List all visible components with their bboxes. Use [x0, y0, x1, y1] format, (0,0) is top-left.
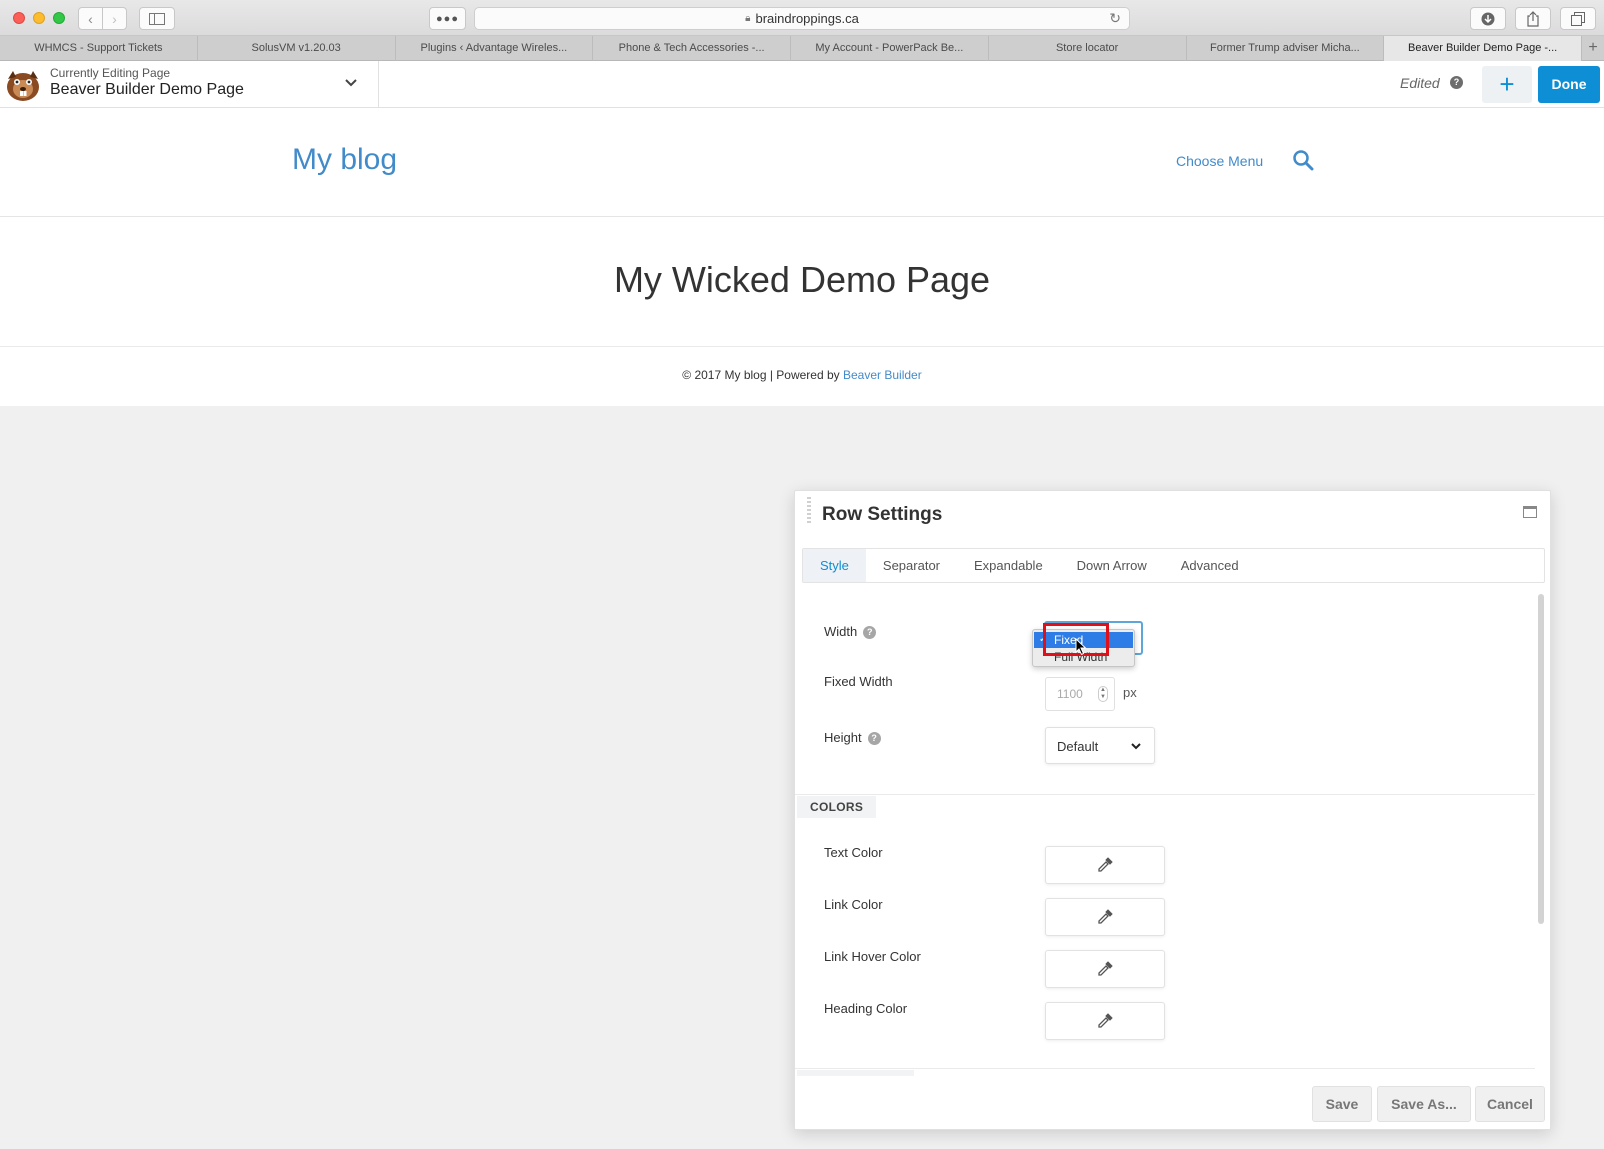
- browser-toolbar: ‹ › ●●● 🔒︎ braindroppings.ca ↻: [0, 0, 1604, 36]
- chevron-left-icon: ‹: [88, 10, 93, 27]
- panel-footer: Save Save As... Cancel: [795, 1076, 1550, 1129]
- cursor-icon: [1075, 638, 1087, 656]
- browser-tab-active[interactable]: Beaver Builder Demo Page -...: [1384, 36, 1582, 61]
- height-label: Height?: [824, 730, 881, 746]
- zoom-window-button[interactable]: [53, 12, 65, 24]
- chevron-down-icon[interactable]: [341, 72, 361, 92]
- browser-tab[interactable]: Store locator: [989, 36, 1187, 61]
- page-content: My Wicked Demo Page: [0, 217, 1604, 347]
- address-bar[interactable]: 🔒︎ braindroppings.ca ↻: [474, 7, 1130, 30]
- link-hover-color-label: Link Hover Color: [824, 949, 921, 964]
- height-value: Default: [1057, 739, 1099, 754]
- divider: [795, 794, 1535, 795]
- browser-tab[interactable]: Phone & Tech Accessories -...: [593, 36, 791, 61]
- ellipsis-icon: ●●●: [436, 12, 459, 25]
- browser-tab[interactable]: Plugins ‹ Advantage Wireles...: [396, 36, 594, 61]
- footer-link[interactable]: Beaver Builder: [843, 368, 922, 382]
- edited-status: Edited: [1400, 75, 1440, 91]
- share-icon: [1527, 10, 1539, 27]
- width-label: Width?: [824, 624, 877, 640]
- scrollbar[interactable]: [1538, 594, 1544, 924]
- downloads-button[interactable]: [1470, 7, 1506, 30]
- tab-overview-button[interactable]: [1560, 7, 1596, 30]
- browser-tab[interactable]: My Account - PowerPack Be...: [791, 36, 989, 61]
- beaver-logo-icon: [7, 71, 39, 101]
- height-select[interactable]: Default: [1045, 727, 1155, 764]
- link-hover-color-picker[interactable]: [1045, 950, 1165, 988]
- divider: [795, 1068, 1535, 1069]
- width-label-text: Width: [824, 624, 858, 639]
- tab-separator[interactable]: Separator: [866, 549, 957, 582]
- tab-expandable[interactable]: Expandable: [957, 549, 1060, 582]
- height-label-text: Height: [824, 730, 862, 745]
- help-icon[interactable]: ?: [1450, 76, 1463, 89]
- browser-tab[interactable]: Former Trump adviser Micha...: [1187, 36, 1385, 61]
- settings-tabs: Style Separator Expandable Down Arrow Ad…: [802, 548, 1545, 583]
- footer-copyright: © 2017 My blog | Powered by: [682, 368, 843, 382]
- share-button[interactable]: [1515, 7, 1551, 30]
- fixed-width-input[interactable]: 1100 ▲ ▼: [1045, 677, 1115, 711]
- close-window-button[interactable]: [13, 12, 25, 24]
- favorites-button[interactable]: ●●●: [429, 7, 466, 30]
- choose-menu-link[interactable]: Choose Menu: [1176, 153, 1263, 169]
- done-button[interactable]: Done: [1538, 66, 1600, 103]
- url-text: braindroppings.ca: [755, 11, 859, 26]
- link-color-picker[interactable]: [1045, 898, 1165, 936]
- browser-tab[interactable]: WHMCS - Support Tickets: [0, 36, 198, 61]
- tab-bar: WHMCS - Support Tickets SolusVM v1.20.03…: [0, 36, 1604, 61]
- save-as-button[interactable]: Save As...: [1377, 1086, 1471, 1122]
- eyedropper-icon: [1098, 857, 1113, 872]
- fixed-width-placeholder: 1100: [1057, 687, 1083, 701]
- minimize-window-button[interactable]: [33, 12, 45, 24]
- link-color-label: Link Color: [824, 897, 883, 912]
- forward-button[interactable]: ›: [102, 7, 127, 30]
- help-icon[interactable]: ?: [863, 626, 877, 640]
- panel-title: Row Settings: [822, 504, 943, 525]
- site-footer: © 2017 My blog | Powered by Beaver Build…: [0, 347, 1604, 406]
- drag-handle[interactable]: [807, 497, 811, 525]
- text-color-picker[interactable]: [1045, 846, 1165, 884]
- tab-advanced[interactable]: Advanced: [1164, 549, 1256, 582]
- row-settings-panel: Row Settings Style Separator Expandable …: [794, 490, 1551, 1130]
- search-icon[interactable]: [1292, 149, 1314, 171]
- chevron-down-icon: [1131, 743, 1141, 750]
- chevron-right-icon: ›: [112, 10, 117, 27]
- fixed-width-label: Fixed Width: [824, 674, 893, 689]
- help-icon[interactable]: ?: [867, 732, 881, 746]
- tab-style[interactable]: Style: [803, 549, 866, 582]
- builder-bar: Currently Editing Page Beaver Builder De…: [0, 61, 1604, 108]
- new-tab-button[interactable]: +: [1582, 36, 1604, 61]
- text-color-label: Text Color: [824, 845, 883, 860]
- maximize-icon[interactable]: [1523, 506, 1537, 518]
- heading-color-label: Heading Color: [824, 1001, 908, 1016]
- cancel-button[interactable]: Cancel: [1475, 1086, 1545, 1122]
- footer-text: © 2017 My blog | Powered by Beaver Build…: [0, 368, 1604, 382]
- sidebar-icon: [149, 12, 165, 25]
- save-button[interactable]: Save: [1312, 1086, 1372, 1122]
- colors-heading: COLORS: [797, 796, 877, 818]
- site-header: My blog Choose Menu: [0, 108, 1604, 217]
- unit-label: px: [1123, 685, 1137, 700]
- tab-down-arrow[interactable]: Down Arrow: [1060, 549, 1164, 582]
- sidebar-toggle-button[interactable]: [139, 7, 175, 30]
- lock-icon: 🔒︎: [745, 13, 751, 24]
- heading-color-picker[interactable]: [1045, 1002, 1165, 1040]
- page-title-selector[interactable]: Beaver Builder Demo Page: [50, 81, 244, 99]
- reload-icon[interactable]: ↻: [1109, 10, 1121, 27]
- back-button[interactable]: ‹: [78, 7, 103, 30]
- editing-label: Currently Editing Page: [50, 66, 171, 80]
- browser-tab[interactable]: SolusVM v1.20.03: [198, 36, 396, 61]
- add-content-button[interactable]: +: [1482, 66, 1532, 103]
- stepper-icon[interactable]: ▲ ▼: [1098, 686, 1108, 702]
- divider: [378, 61, 379, 108]
- site-title-link[interactable]: My blog: [292, 143, 397, 177]
- download-icon: [1481, 12, 1495, 25]
- eyedropper-icon: [1098, 909, 1113, 924]
- tabs-icon: [1571, 11, 1585, 26]
- eyedropper-icon: [1098, 1013, 1113, 1028]
- eyedropper-icon: [1098, 961, 1113, 976]
- page-heading: My Wicked Demo Page: [613, 259, 991, 300]
